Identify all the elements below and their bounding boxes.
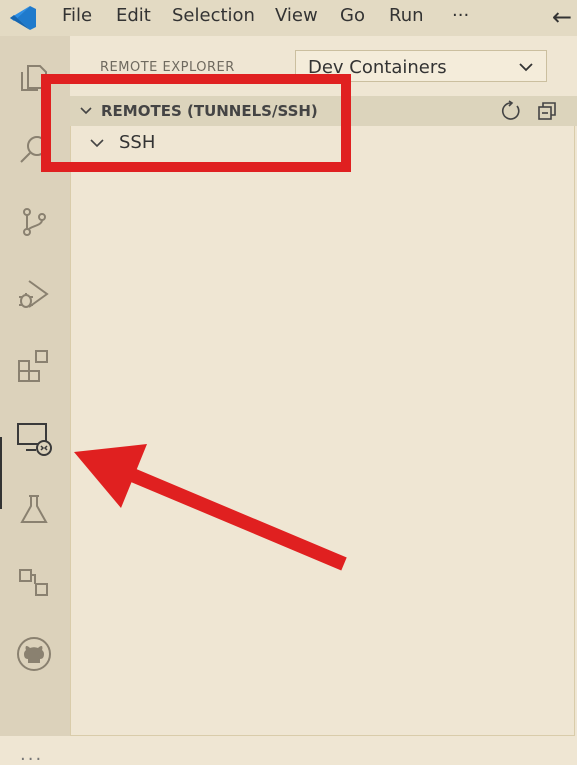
menu-selection[interactable]: Selection xyxy=(172,5,255,27)
collapse-all-icon[interactable] xyxy=(536,100,558,122)
refresh-icon[interactable] xyxy=(500,100,522,122)
run-debug-icon[interactable] xyxy=(12,272,56,316)
annotation-highlight-box xyxy=(41,74,351,172)
extensions-icon[interactable] xyxy=(12,344,56,388)
testing-icon[interactable] xyxy=(12,488,56,532)
title-bar: File Edit Selection View Go Run ··· ← xyxy=(0,0,577,36)
chevron-down-icon xyxy=(519,63,533,72)
back-arrow-icon[interactable]: ← xyxy=(552,4,572,30)
menu-edit[interactable]: Edit xyxy=(116,5,151,27)
vscode-logo-icon xyxy=(10,6,36,30)
sidebar-title: REMOTE EXPLORER xyxy=(100,60,235,75)
github-icon[interactable] xyxy=(12,632,56,676)
menu-go[interactable]: Go xyxy=(340,5,365,27)
remotes-tree-view xyxy=(70,126,575,736)
active-indicator xyxy=(0,437,2,509)
menu-more[interactable]: ··· xyxy=(452,5,469,27)
menu-run[interactable]: Run xyxy=(389,5,424,27)
menu-file[interactable]: File xyxy=(62,5,92,27)
remote-connections-icon[interactable] xyxy=(12,560,56,604)
menu-view[interactable]: View xyxy=(275,5,318,27)
more-icon[interactable]: ... xyxy=(20,744,43,765)
remote-explorer-icon[interactable] xyxy=(12,416,56,460)
source-control-icon[interactable] xyxy=(12,200,56,244)
